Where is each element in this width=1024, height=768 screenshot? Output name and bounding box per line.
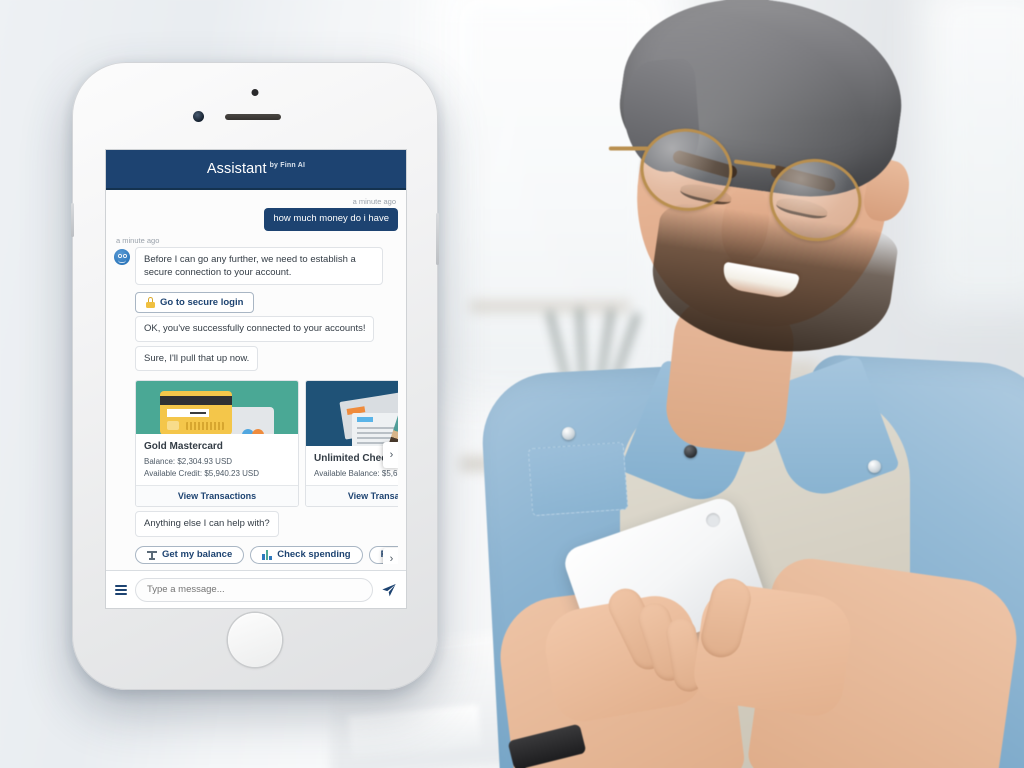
quick-reply-list[interactable]: Get my balance Check spending Payments › <box>135 545 398 564</box>
quick-reply-get-my-balance[interactable]: Get my balance <box>135 545 245 564</box>
bar-chart-icon <box>262 549 272 560</box>
earpiece-speaker <box>225 114 281 120</box>
account-card-mastercard[interactable]: Gold Mastercard Balance: $2,304.93 USD A… <box>135 380 299 508</box>
quick-reply-label: Check spending <box>277 549 351 561</box>
app-screen: Assistant by Finn AI a minute ago how mu… <box>105 149 407 609</box>
account-name: Gold Mastercard <box>144 441 223 453</box>
message-composer <box>106 570 406 608</box>
account-details: Gold Mastercard Balance: $2,304.93 USD A… <box>136 434 298 485</box>
view-transactions-button-mastercard[interactable]: View Transactions <box>136 485 298 507</box>
page-title: Assistant <box>206 161 267 177</box>
message-input[interactable] <box>135 577 373 602</box>
secure-login-label: Go to secure login <box>160 297 244 309</box>
bot-message-bubble-1: Before I can go any further, we need to … <box>135 246 383 286</box>
checks-illustration <box>306 381 398 446</box>
bot-message-bubble-4: Anything else I can help with? <box>135 511 279 537</box>
quick-reply-label: Get my balance <box>162 549 233 561</box>
account-available-credit: Available Credit: $5,940.23 USD <box>144 468 260 478</box>
message-row-bot-1: Before I can go any further, we need to … <box>114 246 398 286</box>
credit-card-illustration <box>136 381 298 435</box>
bot-message-bubble-2: OK, you've successfully connected to you… <box>135 316 375 342</box>
secure-login-button[interactable]: Go to secure login <box>135 292 255 314</box>
home-button[interactable] <box>228 613 282 667</box>
account-available-balance: Available Balance: $5,639.74 <box>314 468 398 478</box>
message-row-bot-4: Anything else I can help with? <box>114 511 398 537</box>
quick-replies-next-icon[interactable]: › <box>383 547 398 564</box>
message-row-bot-3: Sure, I'll pull that up now. <box>114 345 398 371</box>
bot-message-bubble-3: Sure, I'll pull that up now. <box>135 345 259 371</box>
user-message-bubble: how much money do i have <box>264 208 398 231</box>
carousel-next-icon[interactable]: › <box>383 442 398 468</box>
app-header: Assistant by Finn AI <box>106 150 406 190</box>
bot-message-timestamp: a minute ago <box>116 235 160 245</box>
lock-icon <box>146 297 155 309</box>
quick-reply-check-spending[interactable]: Check spending <box>250 545 363 564</box>
send-paper-plane-icon[interactable] <box>381 582 397 598</box>
view-transactions-button-checking[interactable]: View Transactions <box>306 485 398 507</box>
message-row-user: how much money do i have <box>114 208 398 231</box>
front-camera-icon <box>193 111 204 122</box>
account-balance: Balance: $2,304.93 USD <box>144 457 233 467</box>
phone-mockup: Assistant by Finn AI a minute ago how mu… <box>71 62 439 690</box>
user-message-timestamp: a minute ago <box>352 197 396 206</box>
message-row-bot-2: OK, you've successfully connected to you… <box>114 316 398 342</box>
app-subtitle: by Finn AI <box>269 161 306 169</box>
balance-scale-icon <box>147 550 157 560</box>
account-card-carousel[interactable]: Gold Mastercard Balance: $2,304.93 USD A… <box>135 380 398 508</box>
proximity-sensor-dot <box>251 89 259 96</box>
avatar <box>114 248 130 265</box>
hamburger-menu-icon[interactable] <box>115 584 127 595</box>
conversation-log[interactable]: a minute ago how much money do i have a … <box>106 190 406 570</box>
